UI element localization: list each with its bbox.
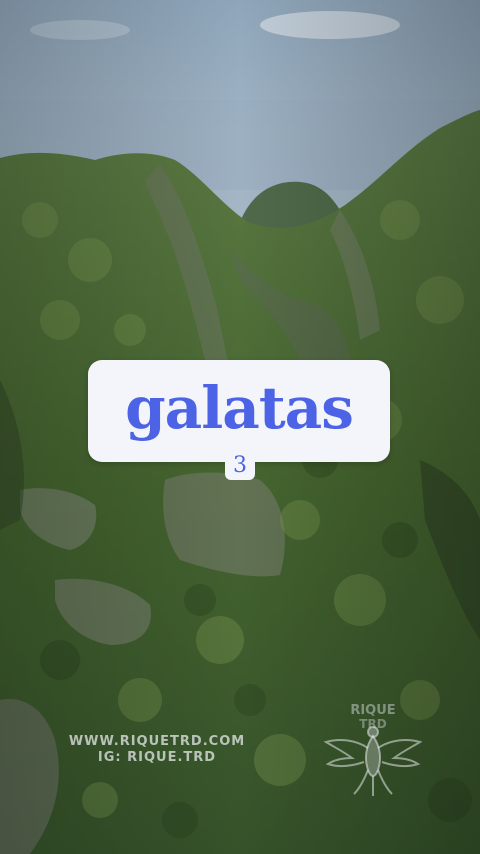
watermark-website: WWW.RIQUETRD.COM xyxy=(68,734,246,749)
video-frame: galatas 3 WWW.RIQUETRD.COM IG: RIQUE.TRD… xyxy=(0,0,480,854)
svg-text:TRD: TRD xyxy=(359,717,386,731)
watermark-instagram: IG: RIQUE.TRD xyxy=(97,750,217,765)
number-tab: 3 xyxy=(225,446,255,480)
phoenix-emblem-icon: RIQUE TRD xyxy=(323,703,423,796)
watermark-text: WWW.RIQUETRD.COM IG: RIQUE.TRD xyxy=(48,734,266,766)
title-word: galatas xyxy=(125,374,354,442)
title-number: 3 xyxy=(233,452,247,478)
logo-lettering: RIQUE xyxy=(350,703,395,718)
